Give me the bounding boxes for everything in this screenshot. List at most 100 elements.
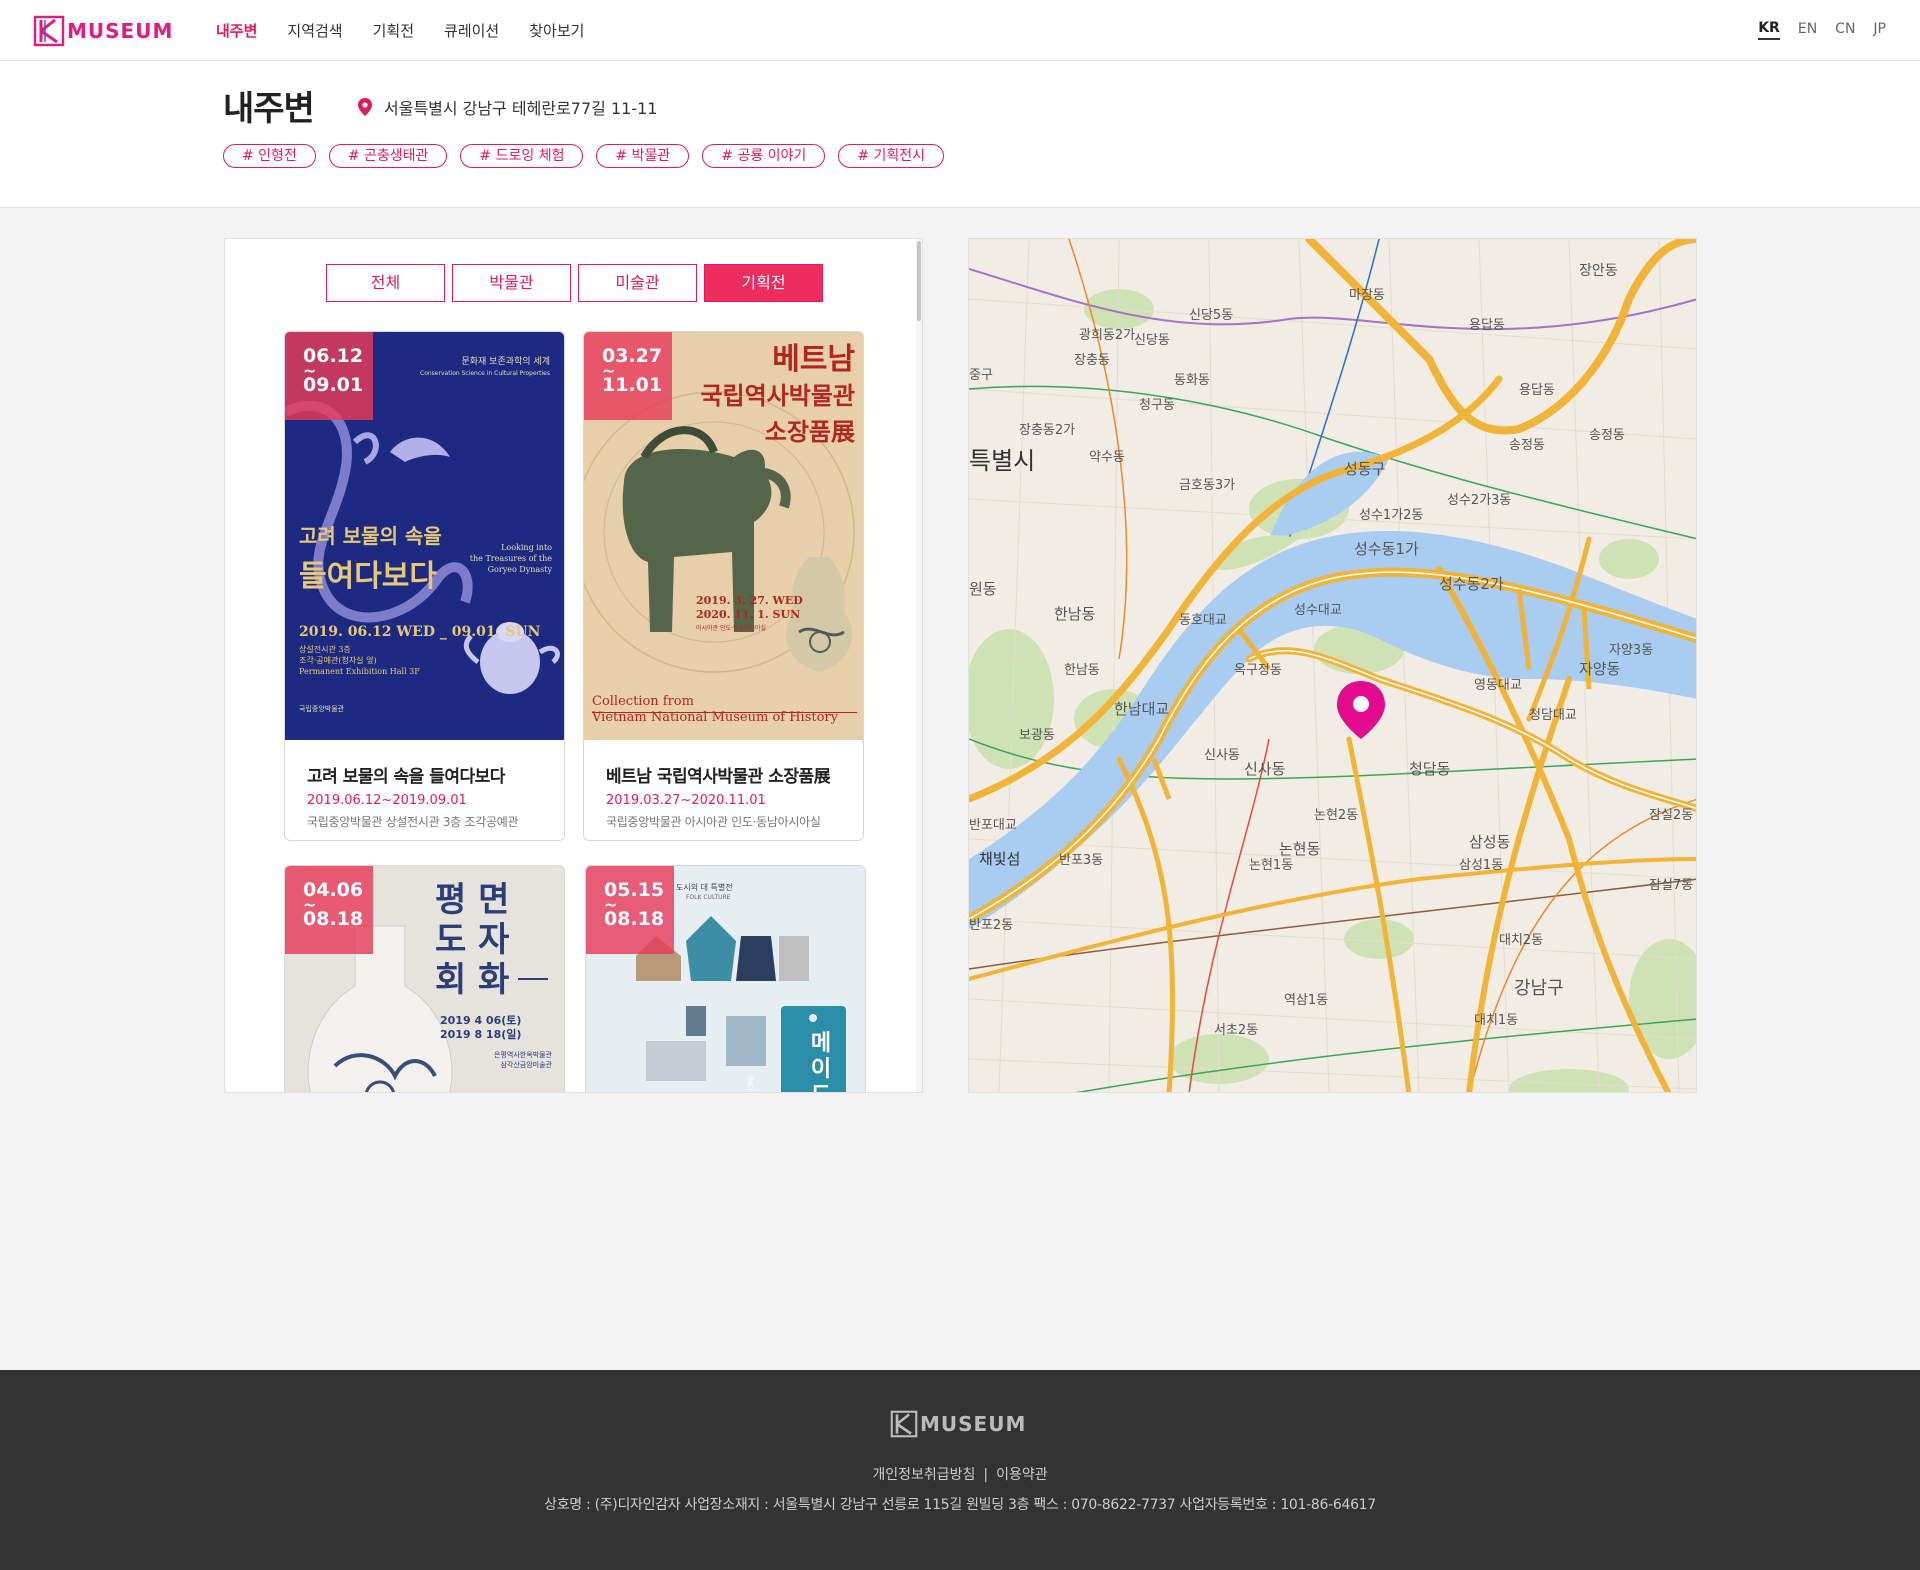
tag-drawing[interactable]: # 드로잉 체험 bbox=[460, 144, 584, 168]
company-info: 상호명 : (주)디자인감자 사업장소재지 : 서울특별시 강남구 선릉로 11… bbox=[544, 1497, 1376, 1513]
privacy-policy-link[interactable]: 개인정보취급방침 bbox=[872, 1467, 975, 1483]
map-label: 신당5동 bbox=[1189, 308, 1233, 323]
poster-text: 문화재 보존과학의 세계 bbox=[461, 357, 550, 367]
lang-cn[interactable]: CN bbox=[1835, 21, 1855, 40]
tag-museum[interactable]: # 박물관 bbox=[596, 144, 690, 168]
map-label: 한남동 bbox=[1054, 605, 1096, 623]
map-label: 청구동 bbox=[1139, 398, 1175, 413]
scrollbar-thumb[interactable] bbox=[917, 241, 921, 321]
map-label: 성수1가2동 bbox=[1359, 508, 1423, 523]
map-label: 자양3동 bbox=[1609, 643, 1653, 658]
poster-text: 고려 보물의 속을 bbox=[299, 524, 442, 548]
tag-doll[interactable]: # 인형전 bbox=[223, 144, 316, 168]
map-label: 약수동 bbox=[1089, 450, 1125, 465]
list-scrollbar[interactable] bbox=[916, 239, 922, 1092]
poster-text: 국립역사박물관 bbox=[700, 381, 855, 410]
map-label: 영동대교 bbox=[1474, 678, 1522, 693]
current-address: 서울특별시 강남구 테헤란로77길 11-11 bbox=[358, 95, 657, 119]
map-label: 금호동3가 bbox=[1179, 478, 1235, 493]
map-view[interactable]: 장안동 마장동 신당5동 용답동 광희동2가 신당동 장충동 동화동 중구 용답… bbox=[968, 238, 1697, 1093]
tag-special-exhibition[interactable]: # 기획전시 bbox=[838, 144, 945, 168]
nav-item-exhibitions[interactable]: 기획전 bbox=[373, 20, 414, 41]
filter-gallery-button[interactable]: 미술관 bbox=[578, 264, 697, 302]
poster-text: 아시아관 인도·동남아시아실 bbox=[696, 625, 767, 632]
main-nav: 내주변 지역검색 기획전 큐레이션 찾아보기 bbox=[216, 0, 614, 60]
poster-text: 2020. 11. 1. SUN bbox=[696, 608, 801, 621]
poster-text: Vietnam National Museum of History bbox=[592, 710, 838, 725]
map-label: 특별시 bbox=[969, 447, 1035, 475]
tag-insect[interactable]: # 곤충생태관 bbox=[328, 144, 448, 168]
map-label: 신당동 bbox=[1134, 333, 1170, 348]
filter-all-button[interactable]: 전체 bbox=[326, 264, 445, 302]
poster-text: Conservation Science in Cultural Propert… bbox=[420, 370, 550, 377]
page-title: 내주변 bbox=[223, 89, 315, 129]
map-canvas[interactable]: 장안동 마장동 신당5동 용답동 광희동2가 신당동 장충동 동화동 중구 용답… bbox=[969, 239, 1697, 1093]
card-info: 베트남 국립역사박물관 소장품展 2019.03.27~2020.11.01 국… bbox=[584, 740, 863, 840]
address-text: 서울특별시 강남구 테헤란로77길 11-11 bbox=[384, 99, 658, 118]
map-label: 원동 bbox=[969, 580, 997, 598]
map-label: 동호대교 bbox=[1179, 613, 1227, 628]
tag-dinosaur[interactable]: # 공룡 이야기 bbox=[702, 144, 826, 168]
map-label: 송정동 bbox=[1509, 438, 1545, 453]
map-label: 신사동 bbox=[1204, 748, 1240, 763]
k-logo-icon bbox=[33, 15, 65, 47]
lang-en[interactable]: EN bbox=[1798, 21, 1817, 40]
filter-exhibition-button[interactable]: 기획전 bbox=[704, 264, 823, 302]
exhibition-card[interactable]: 평 면 도 자 회 화 2019 4 06(토) 2019 8 18(일) 은평… bbox=[284, 865, 565, 1092]
card-info: 고려 보물의 속을 들여다보다 2019.06.12~2019.09.01 국립… bbox=[285, 740, 564, 840]
map-label: 논현2동 bbox=[1314, 808, 1358, 823]
footer-logo-text: MUSEUM bbox=[920, 1412, 1027, 1436]
kmuseum-logo[interactable]: MUSEUM bbox=[33, 14, 173, 48]
poster-text: 삼각산금암미술관 bbox=[500, 1061, 552, 1069]
date-badge: 05.15 ~ 08.18 bbox=[586, 866, 674, 954]
map-label: 마장동 bbox=[1349, 288, 1385, 303]
map-label: 성수동2가 bbox=[1439, 575, 1504, 593]
map-label: 보광동 bbox=[1019, 728, 1055, 743]
map-label: 장안동 bbox=[1579, 263, 1618, 279]
poster-text: 소장품展 bbox=[764, 417, 855, 446]
exhibition-poster: 도시의 대 특별전 FOLK CULTURE 메이드 INCHEON AND F… bbox=[586, 866, 865, 1092]
map-label: 논현1동 bbox=[1249, 858, 1293, 873]
location-header: 내주변 서울특별시 강남구 테헤란로77길 11-11 # 인형전 # 곤충생태… bbox=[0, 61, 1920, 208]
top-header: MUSEUM 내주변 지역검색 기획전 큐레이션 찾아보기 KR EN CN J… bbox=[0, 0, 1920, 61]
poster-text: Goryeo Dynasty bbox=[487, 565, 552, 574]
map-label: 옥구정동 bbox=[1234, 663, 1282, 678]
poster-text: 회 화 bbox=[435, 960, 510, 1000]
date-badge: 06.12 ~ 09.01 bbox=[285, 332, 373, 420]
lang-kr[interactable]: KR bbox=[1758, 20, 1780, 40]
map-label: 역삼1동 bbox=[1284, 993, 1328, 1008]
tag-list: # 인형전 # 곤충생태관 # 드로잉 체험 # 박물관 # 공룡 이야기 # … bbox=[223, 144, 957, 168]
filter-museum-button[interactable]: 박물관 bbox=[452, 264, 571, 302]
terms-link[interactable]: 이용약관 bbox=[996, 1467, 1048, 1483]
map-label: 성수동1가 bbox=[1354, 540, 1419, 558]
map-label: 반포3동 bbox=[1059, 853, 1103, 868]
card-period: 2019.03.27~2020.11.01 bbox=[606, 793, 766, 808]
map-label: 성동구 bbox=[1344, 460, 1385, 478]
date-badge: 04.06 ~ 08.18 bbox=[285, 866, 373, 954]
nav-item-region-search[interactable]: 지역검색 bbox=[287, 20, 342, 41]
lang-jp[interactable]: JP bbox=[1873, 21, 1886, 40]
map-label: 강남구 bbox=[1514, 978, 1564, 999]
footer-logo[interactable]: MUSEUM bbox=[890, 1410, 1026, 1438]
footer: MUSEUM 개인정보취급방침 | 이용약관 상호명 : (주)디자인감자 사업장소… bbox=[0, 1370, 1920, 1570]
exhibition-card[interactable]: 도시의 대 특별전 FOLK CULTURE 메이드 INCHEON AND F… bbox=[585, 865, 866, 1092]
poster-text: 2019 8 18(일) bbox=[440, 1028, 522, 1041]
nav-item-browse[interactable]: 찾아보기 bbox=[529, 20, 584, 41]
poster-text: 조각·공예관(청자실 옆) bbox=[299, 656, 377, 665]
map-label: 장충동2가 bbox=[1019, 423, 1075, 438]
map-label: 삼성동 bbox=[1469, 833, 1511, 851]
map-label: 청담대교 bbox=[1529, 708, 1577, 723]
map-label: 성수2가3동 bbox=[1447, 493, 1511, 508]
exhibition-poster: 문화재 보존과학의 세계 Conservation Science in Cul… bbox=[285, 332, 564, 740]
map-label: 대치1동 bbox=[1474, 1013, 1518, 1028]
map-label: 한남대교 bbox=[1114, 700, 1169, 718]
k-logo-icon bbox=[890, 1410, 918, 1438]
card-place: 국립중앙박물관 상설전시관 3층 조각공예관 bbox=[307, 815, 519, 829]
exhibition-card[interactable]: 베트남 국립역사박물관 소장품展 2019. 3. 27. WED 2020. … bbox=[583, 331, 864, 841]
poster-text: INCHEON AND FOLK FASHION bbox=[746, 1076, 754, 1092]
exhibition-card[interactable]: 문화재 보존과학의 세계 Conservation Science in Cul… bbox=[284, 331, 565, 841]
poster-text: 상설전시관 3층 bbox=[299, 645, 351, 654]
map-label: 삼성1동 bbox=[1459, 858, 1503, 873]
nav-item-curation[interactable]: 큐레이션 bbox=[444, 20, 499, 41]
nav-item-nearby[interactable]: 내주변 bbox=[216, 20, 257, 41]
